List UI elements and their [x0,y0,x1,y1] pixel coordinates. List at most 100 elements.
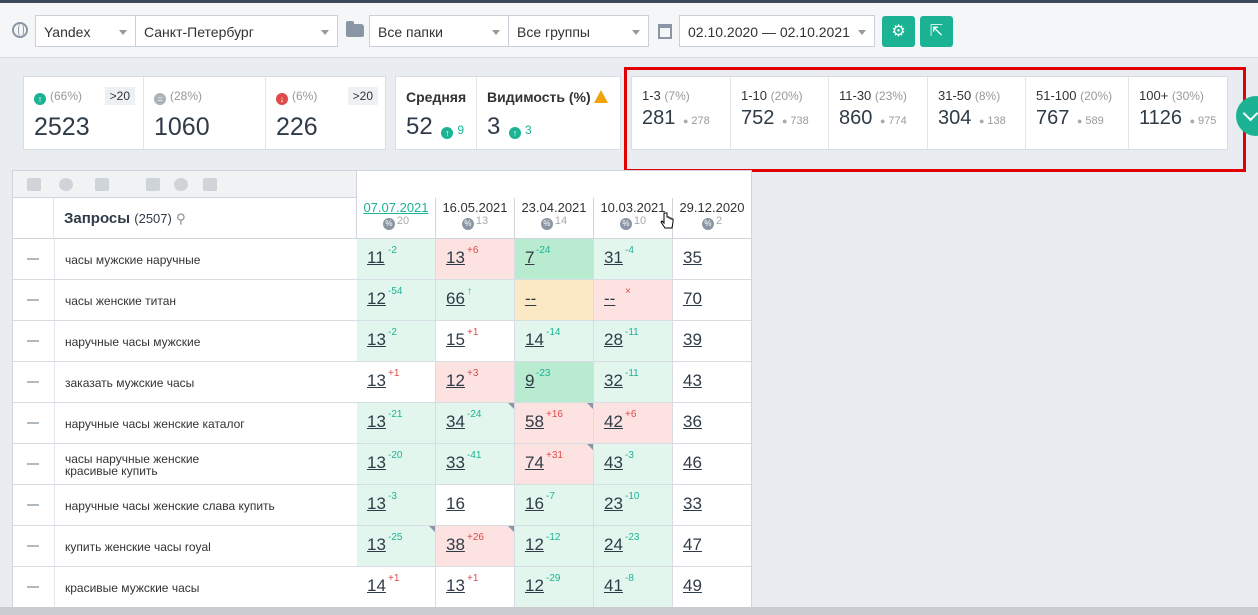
position-value[interactable]: 33 [683,494,702,514]
position-cell[interactable]: 41 -8 [594,567,673,607]
sort-icon[interactable] [27,178,41,191]
position-cell[interactable]: 9 -23 [515,362,594,402]
position-cell[interactable]: 16 [436,485,515,525]
position-cell[interactable]: 58 +16 [515,403,594,443]
position-cell[interactable]: 39 [673,321,751,361]
position-value[interactable]: 58 [525,412,544,432]
position-value[interactable]: 66 [446,289,465,309]
minus-icon[interactable] [27,422,39,424]
position-value[interactable]: 74 [525,453,544,473]
position-cell[interactable]: 13 -21 [357,403,436,443]
position-value[interactable]: 42 [604,412,623,432]
minus-icon[interactable] [27,463,39,465]
position-value[interactable]: 13 [367,494,386,514]
position-cell[interactable]: 43 [673,362,751,402]
position-value[interactable]: 12 [367,289,386,309]
date-label[interactable]: 07.07.2021 [357,200,435,215]
engine-select[interactable]: Yandex [35,15,136,47]
date-label[interactable]: 23.04.2021 [515,200,593,215]
position-cell[interactable]: 12 -54 [357,280,436,320]
position-cell[interactable]: 32 -11 [594,362,673,402]
position-value[interactable]: 13 [367,453,386,473]
position-value[interactable]: 38 [446,535,465,555]
position-cell[interactable]: 49 [673,567,751,607]
position-cell[interactable]: 15 +1 [436,321,515,361]
date-column-header[interactable]: 16.05.202113 [436,198,515,239]
position-cell[interactable]: 13 -25 [357,526,436,566]
position-cell[interactable]: 13 +6 [436,239,515,279]
toggle-icon[interactable] [59,178,73,191]
position-value[interactable]: 16 [446,494,465,514]
position-cell[interactable]: 74 +31 [515,444,594,484]
position-cell[interactable]: 38 +26 [436,526,515,566]
folders-select[interactable]: Все папки [369,15,509,47]
minus-icon[interactable] [27,340,39,342]
date-column-header[interactable]: 29.12.20202 [673,198,751,239]
position-value[interactable]: 43 [683,371,702,391]
position-cell[interactable]: 13 +1 [357,362,436,402]
position-value[interactable]: 15 [446,330,465,350]
position-cell[interactable]: 43 -3 [594,444,673,484]
position-cell[interactable]: 23 -10 [594,485,673,525]
position-value[interactable]: 24 [604,535,623,555]
position-cell[interactable]: 14 +1 [357,567,436,607]
position-cell[interactable]: 14 -14 [515,321,594,361]
contrast-icon[interactable] [174,178,188,191]
position-cell[interactable]: -- × [594,280,673,320]
position-value[interactable]: 13 [367,330,386,350]
position-value[interactable]: 32 [604,371,623,391]
position-cell[interactable]: 13 -20 [357,444,436,484]
position-cell[interactable]: 46 [673,444,751,484]
position-cell[interactable]: 33 [673,485,751,525]
position-cell[interactable]: 70 [673,280,751,320]
position-cell[interactable]: 12 -29 [515,567,594,607]
position-value[interactable]: 7 [525,248,534,268]
daterange-select[interactable]: 02.10.2020 — 02.10.2021 [679,15,875,47]
position-value[interactable]: 12 [525,535,544,555]
position-value[interactable]: 13 [446,248,465,268]
position-cell[interactable]: 42 +6 [594,403,673,443]
export-button[interactable]: ⇱ [920,16,953,47]
position-cell[interactable]: 34 -24 [436,403,515,443]
position-value[interactable]: 43 [604,453,623,473]
grid-icon[interactable] [146,178,160,191]
position-value[interactable]: 47 [683,535,702,555]
date-label[interactable]: 16.05.2021 [436,200,514,215]
position-value[interactable]: 28 [604,330,623,350]
position-value[interactable]: 46 [683,453,702,473]
warning-icon[interactable] [593,90,608,103]
position-value[interactable]: 33 [446,453,465,473]
position-value[interactable]: 13 [367,412,386,432]
position-cell[interactable]: -- [515,280,594,320]
position-value[interactable]: 13 [367,371,386,391]
position-cell[interactable]: 13 -2 [357,321,436,361]
position-value[interactable]: -- [604,289,615,309]
summary-down[interactable]: ↓ (6%) >20 226 [266,77,386,149]
position-cell[interactable]: 24 -23 [594,526,673,566]
position-cell[interactable]: 7 -24 [515,239,594,279]
position-value[interactable]: 41 [604,576,623,596]
down-gt-badge[interactable]: >20 [347,87,378,105]
position-cell[interactable]: 28 -11 [594,321,673,361]
groups-select[interactable]: Все группы [508,15,649,47]
position-cell[interactable]: 16 -7 [515,485,594,525]
position-value[interactable]: 13 [367,535,386,555]
position-cell[interactable]: 66 ↑ [436,280,515,320]
position-cell[interactable]: 47 [673,526,751,566]
search-icon[interactable]: ⚲ [176,211,186,226]
summary-up[interactable]: ↑ (66%) >20 2523 [24,77,144,149]
position-value[interactable]: 11 [367,248,385,268]
position-cell[interactable]: 33 -41 [436,444,515,484]
position-value[interactable]: 49 [683,576,702,596]
position-cell[interactable]: 12 +3 [436,362,515,402]
up-gt-badge[interactable]: >20 [104,87,135,105]
minus-icon[interactable] [27,545,39,547]
minus-icon[interactable] [27,299,39,301]
minus-icon[interactable] [27,258,39,260]
position-value[interactable]: 35 [683,248,702,268]
region-select[interactable]: Санкт-Петербург [135,15,338,47]
date-column-header[interactable]: 23.04.202114 [515,198,594,239]
position-value[interactable]: 13 [446,576,465,596]
position-value[interactable]: 39 [683,330,702,350]
position-value[interactable]: 31 [604,248,623,268]
